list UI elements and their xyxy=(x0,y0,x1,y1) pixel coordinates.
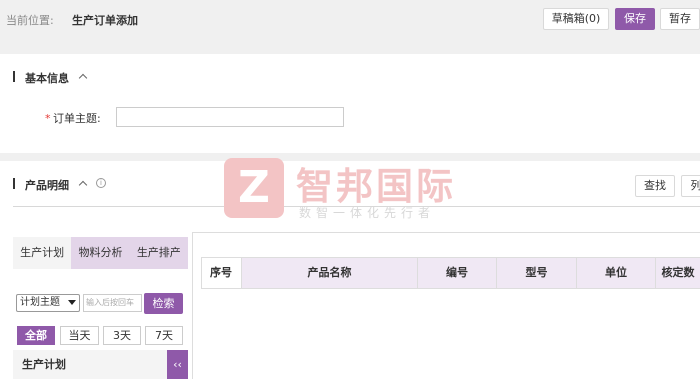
column-header[interactable]: 产品名称 xyxy=(242,258,418,288)
section-marker xyxy=(13,178,15,189)
plan-list-header: 生产计划 xyxy=(13,350,167,379)
product-detail-title: 产品明细 xyxy=(25,179,69,192)
info-icon: i xyxy=(96,178,106,188)
drafts-button[interactable]: 草稿箱(0) xyxy=(543,8,609,30)
order-subject-input[interactable] xyxy=(116,107,344,127)
product-grid xyxy=(192,232,700,379)
temp-save-button[interactable]: 暂存 xyxy=(660,8,700,30)
save-button[interactable]: 保存 xyxy=(615,8,655,30)
select-value: 计划主题 xyxy=(20,297,60,308)
find-button[interactable]: 查找 xyxy=(635,175,675,197)
order-subject-label: 订单主题: xyxy=(53,112,101,125)
chevron-up-icon[interactable] xyxy=(78,73,88,83)
tab-production-plan[interactable]: 生产计划 xyxy=(13,237,72,269)
range-all-button[interactable]: 全部 xyxy=(17,326,55,345)
logo-title: 智邦国际 xyxy=(296,165,456,208)
search-button[interactable]: 检索 xyxy=(144,293,183,314)
tab-production-scheduling[interactable]: 生产排产 xyxy=(129,237,188,269)
range-3days-button[interactable]: 3天 xyxy=(103,326,141,345)
column-header[interactable]: 编号 xyxy=(418,258,497,288)
column-header[interactable]: 型号 xyxy=(497,258,577,288)
column-header[interactable]: 核定数 xyxy=(656,258,700,288)
logo-mark xyxy=(224,158,284,218)
dropdown-arrow-icon xyxy=(68,300,76,305)
left-tabs: 生产计划 物料分析 生产排产 xyxy=(13,237,188,269)
search-input[interactable]: 输入后按回车 xyxy=(83,294,142,312)
section-divider xyxy=(0,40,700,54)
required-mark: * xyxy=(45,112,51,125)
range-7days-button[interactable]: 7天 xyxy=(145,326,183,345)
column-header[interactable]: 序号 xyxy=(201,258,242,288)
divider xyxy=(13,206,700,207)
range-today-button[interactable]: 当天 xyxy=(60,326,99,345)
search-field-select[interactable]: 计划主题 xyxy=(16,294,80,312)
watermark-logo: Z 智邦国际 数智一体化先行者 xyxy=(224,156,484,224)
section-divider xyxy=(0,153,700,161)
top-bar: 当前位置: 生产订单添加 草稿箱(0) 保存 暂存 xyxy=(0,0,700,40)
tab-material-analysis[interactable]: 物料分析 xyxy=(71,237,130,269)
chevron-up-icon[interactable] xyxy=(78,180,88,190)
columns-button[interactable]: 列 xyxy=(681,175,700,197)
grid-header: 序号 产品名称 编号 型号 单位 核定数 xyxy=(201,257,700,289)
basic-info-title: 基本信息 xyxy=(25,72,69,85)
column-header[interactable]: 单位 xyxy=(577,258,656,288)
section-marker xyxy=(13,71,15,82)
logo-letter: Z xyxy=(238,162,270,213)
breadcrumb-current: 生产订单添加 xyxy=(72,14,138,27)
collapse-panel-icon[interactable]: ‹‹ xyxy=(167,350,188,379)
breadcrumb-label: 当前位置: xyxy=(6,14,54,27)
